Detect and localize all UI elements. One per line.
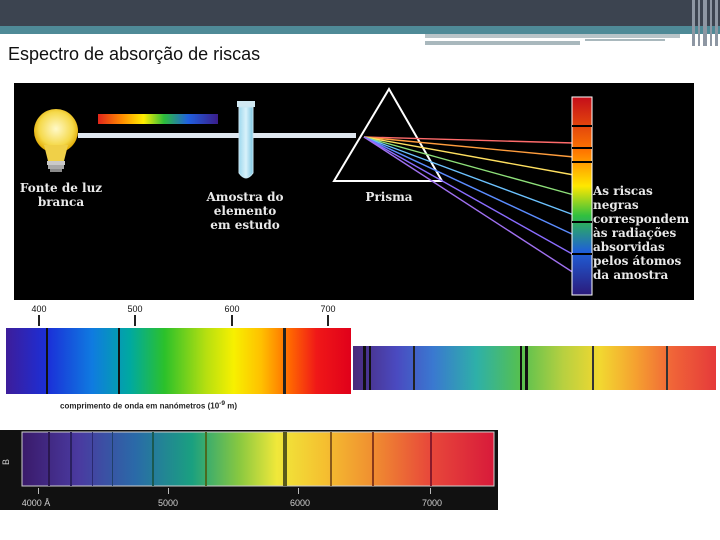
- absorption-spectrum-1: [6, 328, 351, 394]
- tick-label: 7000: [422, 498, 442, 508]
- absorption-line: [430, 432, 432, 486]
- white-light-spectrum: [98, 114, 218, 124]
- test-tube-icon: [237, 101, 255, 179]
- header-lines: [425, 34, 680, 45]
- note-line: correspondem: [593, 212, 690, 226]
- tick-label: 6000: [290, 498, 310, 508]
- absorption-diagram: Fonte de luz branca Amostra do elemento …: [14, 83, 694, 300]
- sample-label-line: Amostra do: [206, 190, 284, 204]
- note-line: às radiações: [593, 226, 677, 240]
- caption-text: comprimento de onda em nanómetros (10: [60, 401, 220, 411]
- light-source-label-line: Fonte de luz: [19, 181, 103, 195]
- absorption-line: [205, 432, 207, 486]
- absorption-spectrum-3: 4000 Å 5000 6000 7000 B: [0, 430, 498, 510]
- note-line: As riscas: [593, 184, 653, 198]
- tick-label: 700: [320, 304, 335, 314]
- top-bar-accent: [0, 26, 720, 34]
- caption-unit: m): [225, 401, 238, 411]
- tick-mark: [134, 315, 136, 326]
- absorption-strip: [571, 96, 593, 296]
- sample-label-line: elemento: [213, 204, 277, 218]
- light-bulb-icon: [34, 109, 78, 172]
- note-line: pelos átomos: [593, 254, 682, 268]
- slide-title: Espectro de absorção de riscas: [8, 44, 261, 64]
- tick-mark: [327, 315, 329, 326]
- absorption-line: [46, 328, 48, 394]
- absorption-line: [592, 346, 594, 390]
- note-line: da amostra: [593, 268, 669, 282]
- absorption-line: [666, 346, 668, 390]
- absorption-line: [283, 328, 286, 394]
- tick-label: 400: [31, 304, 46, 314]
- absorption-line: [372, 432, 374, 486]
- tick-label: 5000: [158, 498, 178, 508]
- absorption-line: [520, 346, 522, 390]
- tick-label: 4000 Å: [22, 498, 51, 508]
- absorption-spectrum-2: [353, 346, 716, 390]
- spectrum1-axis: 400 500 600 700: [31, 304, 336, 326]
- top-bar: [0, 0, 720, 26]
- note-line: negras: [593, 198, 639, 212]
- dispersed-rays: [363, 136, 575, 274]
- light-source-label-line: branca: [37, 195, 85, 209]
- tick-label: 600: [224, 304, 239, 314]
- sample-label: Amostra do elemento em estudo: [200, 190, 290, 232]
- absorption-line: [283, 432, 287, 486]
- spectrum1-caption: comprimento de onda em nanómetros (10-9 …: [60, 400, 237, 411]
- absorption-line: [92, 432, 93, 486]
- tick-label: 500: [127, 304, 142, 314]
- absorption-line: [152, 432, 154, 486]
- corner-stripes: [692, 0, 718, 46]
- prism-label: Prisma: [365, 190, 413, 204]
- sample-label-line: em estudo: [210, 218, 280, 232]
- absorption-line: [525, 346, 528, 390]
- absorption-line: [118, 328, 120, 394]
- absorption-line: [112, 432, 113, 486]
- absorption-line: [70, 432, 72, 486]
- light-source-label: Fonte de luz branca: [18, 181, 104, 209]
- absorption-line: [363, 346, 366, 390]
- absorption-note: As riscas negras correspondem às radiaçõ…: [593, 184, 693, 282]
- note-line: absorvidas: [593, 240, 665, 254]
- side-mark: B: [1, 459, 11, 465]
- absorption-line: [330, 432, 332, 486]
- absorption-line: [48, 432, 50, 486]
- tick-mark: [231, 315, 233, 326]
- absorption-line: [369, 346, 371, 390]
- absorption-line: [413, 346, 415, 390]
- light-beam: [78, 133, 356, 138]
- tick-mark: [38, 315, 40, 326]
